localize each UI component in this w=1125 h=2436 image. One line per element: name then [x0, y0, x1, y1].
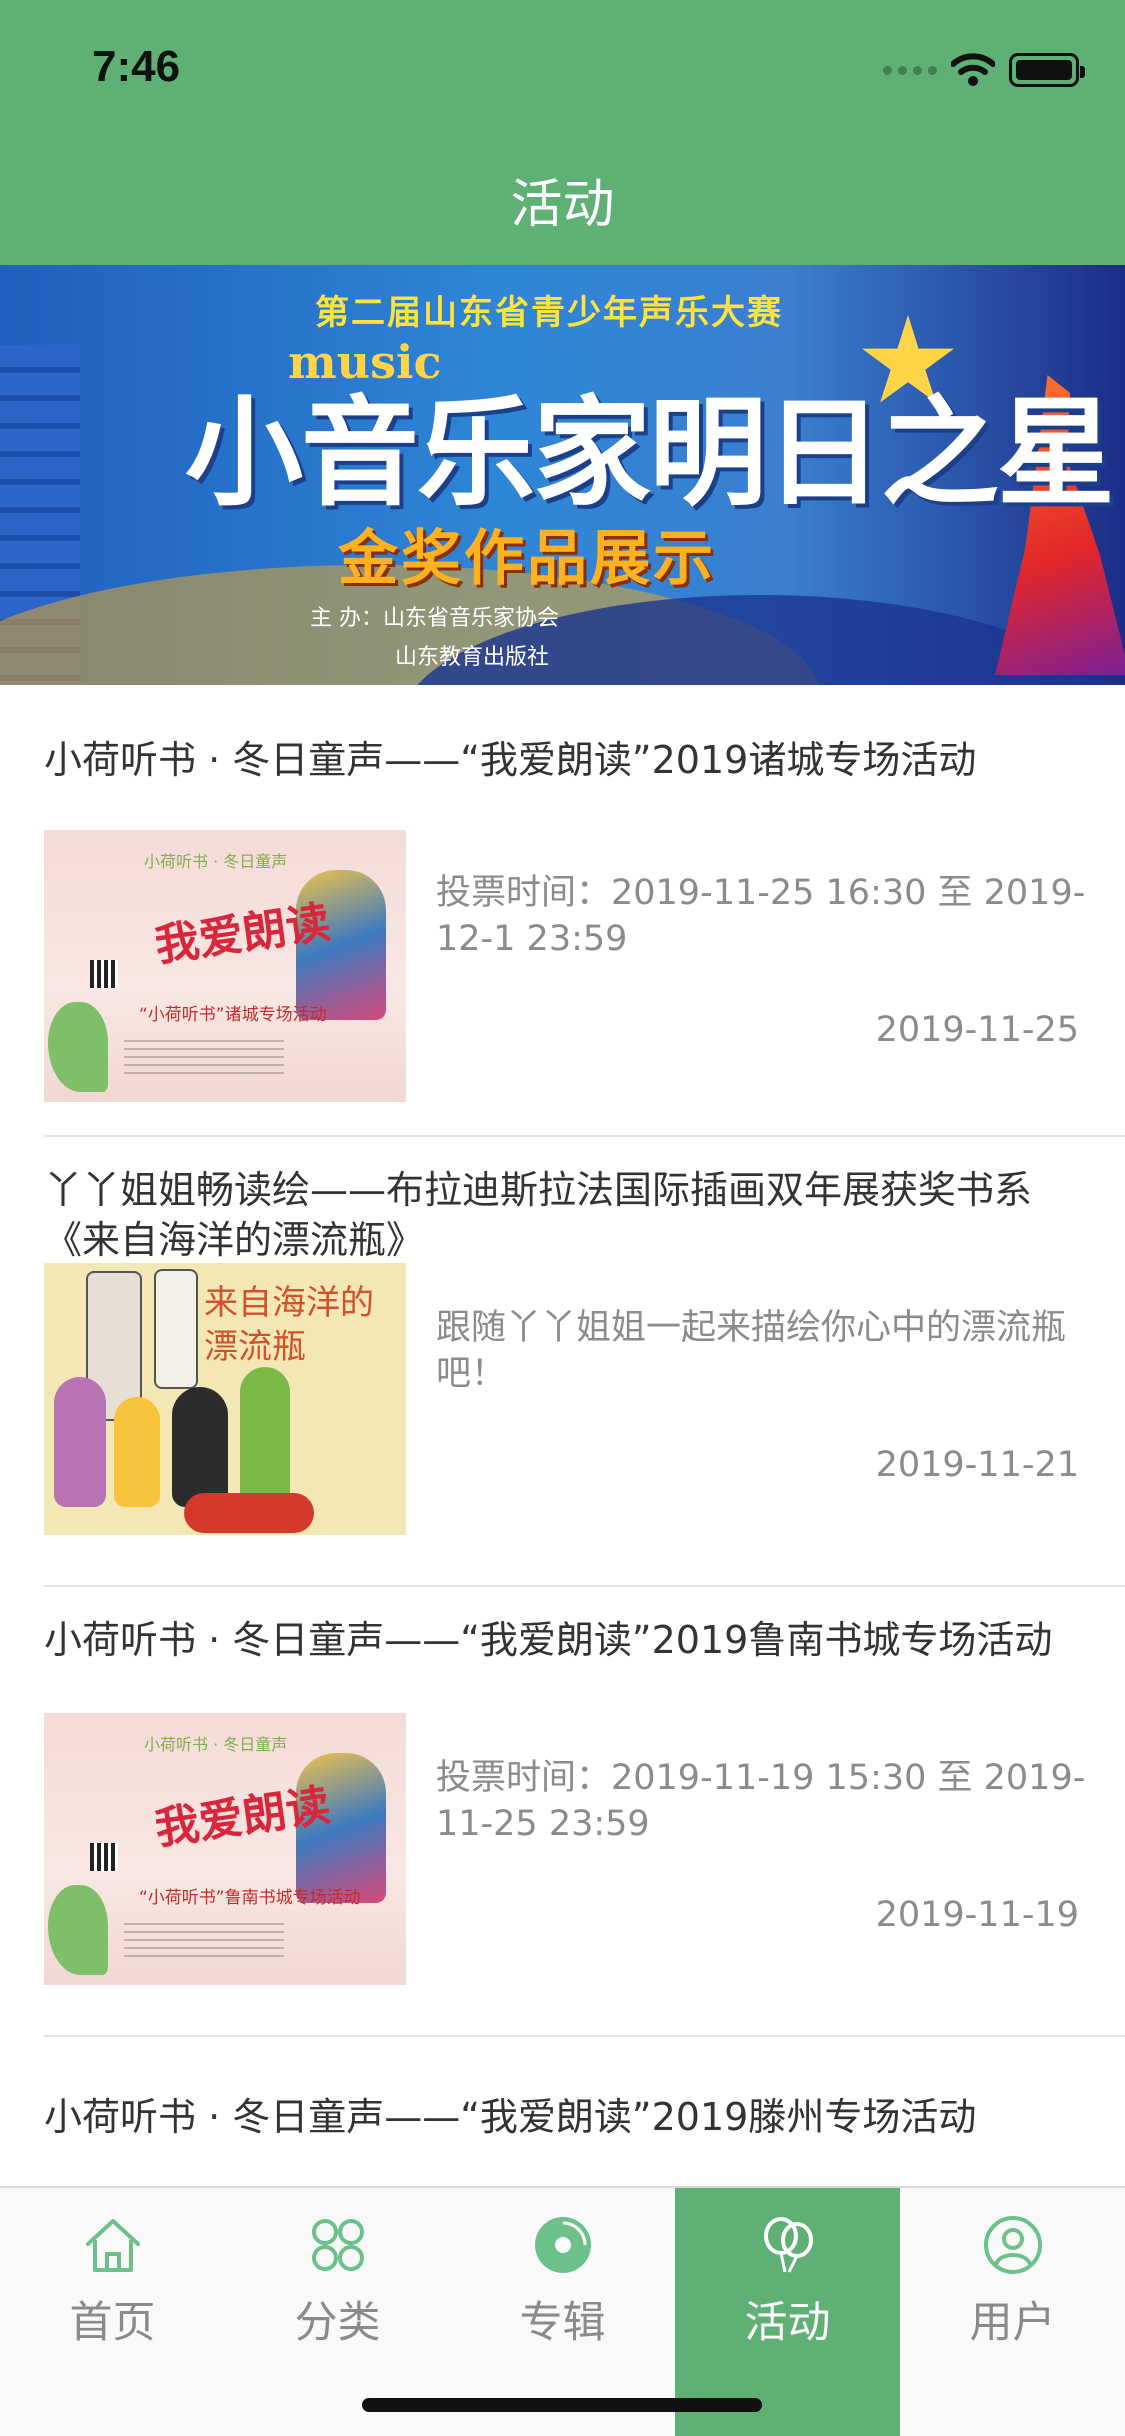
tab-label: 分类	[294, 2298, 381, 2348]
page-title: 活动	[510, 175, 615, 235]
signal-icon	[883, 65, 937, 75]
user-icon	[984, 2216, 1042, 2274]
status-time: 7:46	[92, 42, 181, 91]
tab-home[interactable]: 首页	[0, 2188, 225, 2436]
banner-gold-text: 金奖作品展示	[338, 524, 716, 594]
activity-date: 2019-11-19	[875, 1895, 1079, 1935]
home-indicator[interactable]	[362, 2398, 762, 2412]
tab-label: 用户	[969, 2298, 1056, 2348]
activity-thumbnail[interactable]: 来自海洋的漂流瓶	[44, 1263, 406, 1535]
activity-date: 2019-11-21	[875, 1445, 1079, 1485]
activity-item[interactable]: 小荷听书 · 冬日童声——“我爱朗读”2019鲁南书城专场活动 小荷听书 · 冬…	[44, 1615, 1125, 2035]
activity-thumbnail[interactable]: 小荷听书 · 冬日童声 我爱朗读 “小荷听书”诸城专场活动	[44, 830, 406, 1102]
activity-title: 小荷听书 · 冬日童声——“我爱朗读”2019滕州专场活动	[44, 2095, 977, 2139]
banner-headline: 小音乐家明日之星	[185, 384, 1115, 522]
activity-icon	[764, 2217, 813, 2273]
banner-organizer: 主 办：山东省音乐家协会	[310, 606, 559, 631]
activity-item[interactable]: 丫丫姐姐畅读绘——布拉迪斯拉法国际插画双年展获奖书系《来自海洋的漂流瓶》 来自海…	[44, 1165, 1125, 1585]
tab-user[interactable]: 用户	[900, 2188, 1125, 2436]
divider	[44, 1135, 1125, 1137]
tab-label: 专辑	[519, 2298, 606, 2348]
activity-title: 小荷听书 · 冬日童声——“我爱朗读”2019鲁南书城专场活动	[44, 1618, 1053, 1662]
activity-description: 投票时间：2019-11-19 15:30 至 2019-11-25 23:59	[436, 1758, 1086, 1844]
activity-title: 小荷听书 · 冬日童声——“我爱朗读”2019诸城专场活动	[44, 738, 977, 782]
wifi-icon	[951, 53, 995, 86]
home-icon	[86, 2219, 140, 2272]
banner-carousel[interactable]: 第二届山东省青少年声乐大赛 music 小音乐家明日之星 金奖作品展示 主 办：…	[0, 265, 1125, 685]
banner-organizer-2: 山东教育出版社	[395, 645, 550, 670]
album-icon	[535, 2217, 591, 2273]
activity-date: 2019-11-25	[875, 1010, 1079, 1050]
nav-header: 7:46 活动	[0, 0, 1125, 265]
category-icon	[312, 2219, 364, 2271]
activity-item[interactable]: 小荷听书 · 冬日童声——“我爱朗读”2019诸城专场活动 小荷听书 · 冬日童…	[44, 735, 1125, 1155]
tab-label: 首页	[69, 2298, 156, 2348]
activity-description: 跟随丫丫姐姐一起来描绘你心中的漂流瓶吧！	[436, 1308, 1067, 1394]
activity-description: 投票时间：2019-11-25 16:30 至 2019-12-1 23:59	[436, 873, 1086, 959]
qr-code-icon	[90, 1843, 118, 1871]
divider	[44, 2035, 1125, 2037]
activity-thumbnail[interactable]: 小荷听书 · 冬日童声 我爱朗读 “小荷听书”鲁南书城专场活动	[44, 1713, 406, 1985]
qr-code-icon	[90, 960, 118, 988]
battery-icon	[1009, 53, 1085, 87]
tab-label: 活动	[744, 2298, 831, 2348]
divider	[44, 1585, 1125, 1587]
status-icons	[883, 50, 1085, 90]
activity-title: 丫丫姐姐畅读绘——布拉迪斯拉法国际插画双年展获奖书系《来自海洋的漂流瓶》	[44, 1168, 1033, 1262]
banner-subtitle: 第二届山东省青少年声乐大赛	[315, 293, 783, 333]
